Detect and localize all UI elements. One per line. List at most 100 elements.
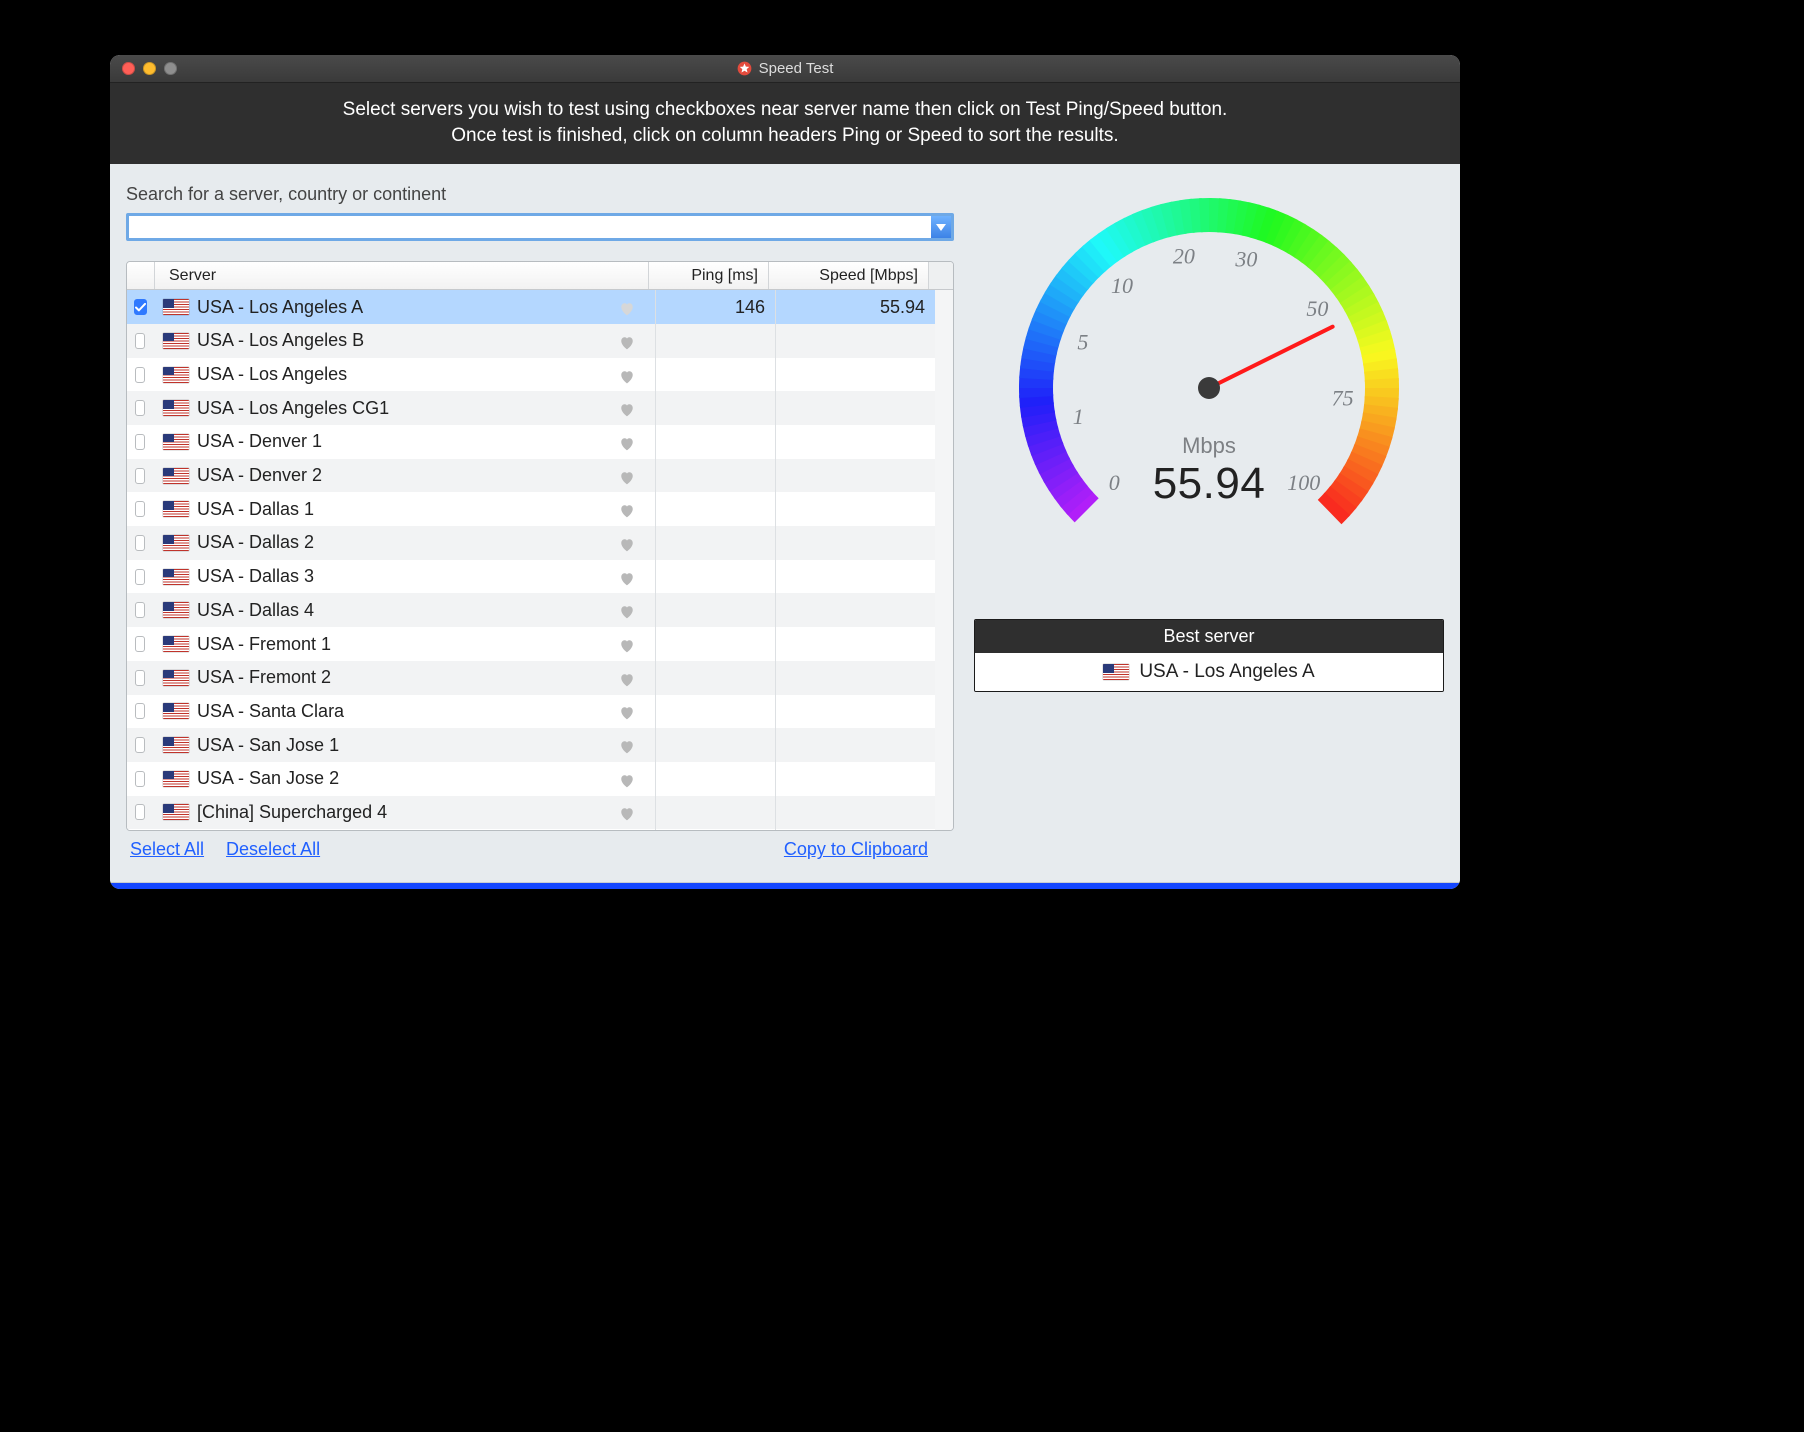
minimize-icon[interactable] <box>143 62 156 75</box>
header-scroll-gutter <box>929 262 953 289</box>
best-server-row: USA - Los Angeles A <box>975 653 1443 691</box>
table-row[interactable]: USA - Dallas 2 <box>127 526 953 560</box>
speed-cell <box>775 358 935 392</box>
row-checkbox[interactable] <box>135 703 145 719</box>
ping-cell <box>655 358 775 392</box>
speed-cell <box>775 627 935 661</box>
speed-cell: 55.94 <box>775 290 935 324</box>
row-checkbox[interactable] <box>135 771 145 787</box>
svg-text:20: 20 <box>1173 244 1195 269</box>
table-row[interactable]: USA - Dallas 3 <box>127 560 953 594</box>
heart-icon[interactable] <box>619 536 635 550</box>
table-row[interactable]: USA - Los Angeles A14655.94 <box>127 290 953 324</box>
row-checkbox[interactable] <box>135 804 145 820</box>
row-checkbox[interactable] <box>135 569 145 585</box>
server-name: USA - San Jose 2 <box>197 768 339 789</box>
heart-icon[interactable] <box>619 704 635 718</box>
row-checkbox[interactable] <box>135 501 145 517</box>
search-combobox[interactable] <box>126 213 954 241</box>
copy-clipboard-link[interactable]: Copy to Clipboard <box>784 839 928 860</box>
server-name: [China] Supercharged 4 <box>197 802 387 823</box>
heart-icon[interactable] <box>619 671 635 685</box>
header-ping[interactable]: Ping [ms] <box>649 262 769 289</box>
table-row[interactable]: [China] Supercharged 4 <box>127 796 953 830</box>
heart-icon[interactable] <box>619 469 635 483</box>
scroll-gutter <box>935 324 953 358</box>
scroll-gutter <box>935 796 953 830</box>
usa-flag-icon <box>163 703 189 719</box>
heart-icon[interactable] <box>619 805 635 819</box>
table-header: Server Ping [ms] Speed [Mbps] <box>127 262 953 290</box>
select-all-link[interactable]: Select All <box>130 839 204 860</box>
deselect-all-link[interactable]: Deselect All <box>226 839 320 860</box>
row-checkbox[interactable] <box>135 602 145 618</box>
server-name: USA - Santa Clara <box>197 701 344 722</box>
table-row[interactable]: USA - San Jose 1 <box>127 728 953 762</box>
table-row[interactable]: USA - Santa Clara <box>127 695 953 729</box>
header-speed[interactable]: Speed [Mbps] <box>769 262 929 289</box>
dropdown-toggle[interactable] <box>931 216 951 238</box>
server-name: USA - Dallas 2 <box>197 532 314 553</box>
row-checkbox[interactable] <box>134 299 147 315</box>
row-checkbox[interactable] <box>135 367 145 383</box>
app-star-icon <box>737 61 752 76</box>
ping-cell <box>655 492 775 526</box>
table-row[interactable]: USA - Denver 1 <box>127 425 953 459</box>
row-checkbox[interactable] <box>135 737 145 753</box>
ping-cell <box>655 728 775 762</box>
heart-icon[interactable] <box>619 300 635 314</box>
scroll-gutter <box>935 358 953 392</box>
table-row[interactable]: USA - Los Angeles B <box>127 324 953 358</box>
server-name: USA - Fremont 1 <box>197 634 331 655</box>
heart-icon[interactable] <box>619 603 635 617</box>
row-checkbox[interactable] <box>135 400 145 416</box>
ping-cell <box>655 762 775 796</box>
usa-flag-icon <box>1103 664 1129 680</box>
speed-cell <box>775 492 935 526</box>
svg-text:5: 5 <box>1077 330 1088 355</box>
table-row[interactable]: USA - Fremont 2 <box>127 661 953 695</box>
table-row[interactable]: USA - Dallas 4 <box>127 593 953 627</box>
table-row[interactable]: USA - Fremont 1 <box>127 627 953 661</box>
heart-icon[interactable] <box>619 738 635 752</box>
instructions-line-2: Once test is finished, click on column h… <box>128 123 1442 149</box>
row-checkbox[interactable] <box>135 636 145 652</box>
row-checkbox[interactable] <box>135 670 145 686</box>
heart-icon[interactable] <box>619 334 635 348</box>
table-body[interactable]: USA - Los Angeles A14655.94USA - Los Ang… <box>127 290 953 830</box>
table-row[interactable]: USA - Dallas 1 <box>127 492 953 526</box>
heart-icon[interactable] <box>619 502 635 516</box>
table-row[interactable]: USA - Los Angeles CG1 <box>127 391 953 425</box>
usa-flag-icon <box>163 737 189 753</box>
heart-icon[interactable] <box>619 368 635 382</box>
speed-cell <box>775 593 935 627</box>
row-checkbox[interactable] <box>135 333 145 349</box>
heart-icon[interactable] <box>619 401 635 415</box>
server-name: USA - Fremont 2 <box>197 667 331 688</box>
usa-flag-icon <box>163 434 189 450</box>
heart-icon[interactable] <box>619 435 635 449</box>
header-checkbox-col <box>127 262 155 289</box>
scroll-gutter <box>935 425 953 459</box>
usa-flag-icon <box>163 501 189 517</box>
row-checkbox[interactable] <box>135 434 145 450</box>
server-name: USA - Los Angeles CG1 <box>197 398 389 419</box>
row-checkbox[interactable] <box>135 468 145 484</box>
ping-cell <box>655 425 775 459</box>
table-row[interactable]: USA - Denver 2 <box>127 459 953 493</box>
ping-cell <box>655 593 775 627</box>
header-server[interactable]: Server <box>155 262 649 289</box>
table-row[interactable]: USA - Los Angeles <box>127 358 953 392</box>
row-checkbox[interactable] <box>135 535 145 551</box>
speed-cell <box>775 728 935 762</box>
table-row[interactable]: USA - San Jose 2 <box>127 762 953 796</box>
heart-icon[interactable] <box>619 772 635 786</box>
table-row[interactable]: [China] Supercharged 5 <box>127 829 953 830</box>
search-input[interactable] <box>129 216 931 238</box>
usa-flag-icon <box>163 400 189 416</box>
heart-icon[interactable] <box>619 570 635 584</box>
ping-cell <box>655 526 775 560</box>
close-icon[interactable] <box>122 62 135 75</box>
heart-icon[interactable] <box>619 637 635 651</box>
server-name: USA - San Jose 1 <box>197 735 339 756</box>
